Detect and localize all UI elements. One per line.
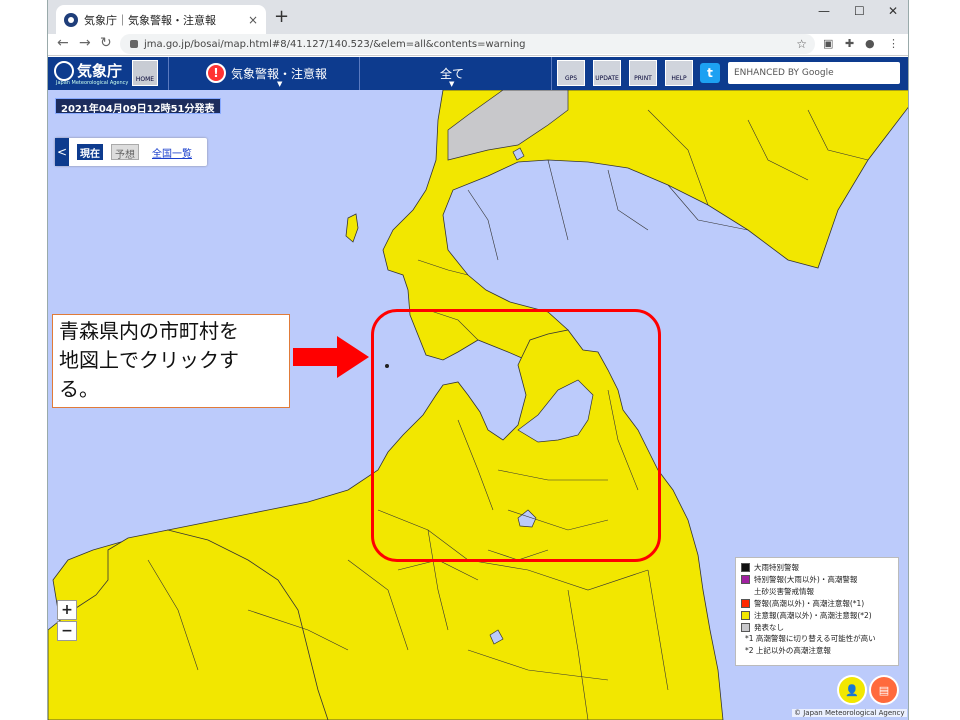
tab-close-icon[interactable]: × [248,13,258,27]
legend-swatch [741,622,750,632]
legend-label: 特別警報(大雨以外)・高潮警報 [754,574,858,584]
legend-label: 警報(高潮以外)・高潮注意報(*1) [754,598,865,608]
gps-button[interactable]: GPS [557,60,585,86]
current-button[interactable]: 現在 [77,144,103,160]
legend-swatch [741,562,750,572]
gps-label: GPS [564,75,578,82]
close-window-button[interactable]: ✕ [888,4,898,18]
warning-menu-label: 気象警報・注意報 [231,66,328,81]
warning-menu-caret-icon: ▼ [277,80,283,88]
tab-title: 気象庁｜気象警報・注意報 [84,13,216,27]
jma-logo-text: 気象庁 [77,62,123,80]
extension-icon[interactable]: ▣ [823,37,833,50]
lock-icon [130,40,138,48]
panel-collapse-button[interactable]: < [55,138,69,166]
home-button[interactable]: HOME [132,60,158,86]
profile-icon[interactable]: ● [865,37,875,50]
url-text: jma.go.jp/bosai/map.html#8/41.127/140.52… [144,38,526,50]
help-button[interactable]: HELP [665,60,693,86]
legend-item: 特別警報(大雨以外)・高潮警報 [741,573,893,585]
update-label: UPDATE [595,75,619,82]
divider [551,57,552,90]
back-icon[interactable]: ← [57,35,69,51]
google-search-input[interactable]: ENHANCED BY Google [728,62,900,84]
highlight-box [371,309,661,562]
bookmark-star-icon[interactable]: ☆ [796,37,807,51]
legend-label: 土砂災害警戒情報 [754,586,814,596]
legend-item: 大雨特別警報 [741,561,893,573]
book-icon: ▤ [878,683,890,697]
legend-item: 警報(高潮以外)・高潮注意報(*1) [741,597,893,609]
divider [168,57,169,90]
address-bar: ← → ↻ jma.go.jp/bosai/map.html#8/41.127/… [48,34,908,56]
instruction-callout: 青森県内の市町村を 地図上でクリックす る。 [52,314,290,408]
national-list-link[interactable]: 全国一覧 [149,144,195,160]
legend-label: 発表なし [754,622,784,632]
url-field[interactable]: jma.go.jp/bosai/map.html#8/41.127/140.52… [120,34,815,54]
view-panel: < 現在 予想 全国一覧 [55,138,207,166]
person-icon: 👤 [845,683,859,697]
legend-label: 注意報(高潮以外)・高潮注意報(*2) [754,610,872,620]
area-menu-caret-icon: ▼ [449,80,455,88]
tab-strip: 気象庁｜気象警報・注意報 × + — ☐ ✕ [48,0,908,34]
maximize-button[interactable]: ☐ [854,4,865,18]
legend-swatch [741,610,750,620]
help-label: HELP [671,75,687,82]
warning-icon: ! [206,63,226,83]
legend-item: 発表なし [741,621,893,633]
jma-logo-mark-icon [54,60,74,81]
warning-menu[interactable]: ! 気象警報・注意報 [206,63,327,83]
jma-logo[interactable]: 気象庁 [54,60,122,81]
tab-jma[interactable]: 気象庁｜気象警報・注意報 × [56,5,266,34]
forecast-button[interactable]: 予想 [111,144,139,161]
book-info-button[interactable]: ▤ [869,675,899,705]
reload-icon[interactable]: ↻ [100,35,112,51]
pointer-arrow-icon [293,336,369,378]
home-label: HOME [135,76,155,83]
jma-logo-subtitle: Japan Meteorological Agency [56,80,129,86]
print-button[interactable]: PRINT [629,60,657,86]
twitter-icon[interactable]: t [700,63,720,83]
callout-line: 青森県内の市町村を [59,319,239,343]
legend-item: 注意報(高潮以外)・高潮注意報(*2) [741,609,893,621]
jma-favicon-icon [64,12,78,27]
divider [359,57,360,90]
copyright: © Japan Meteorological Agency [792,709,907,717]
print-label: PRINT [634,75,652,82]
callout-line: る。 [59,377,99,401]
zoom-in-button[interactable]: + [57,600,77,620]
legend-note: *2 上記以外の高潮注意報 [745,646,831,655]
minimize-button[interactable]: — [818,4,830,18]
legend-label: 大雨特別警報 [754,562,799,572]
zoom-out-button[interactable]: − [57,621,77,641]
update-button[interactable]: UPDATE [593,60,621,86]
legend-swatch [741,574,750,584]
jma-header: 気象庁 Japan Meteorological Agency HOME ! 気… [48,57,908,90]
menu-dots-icon[interactable]: ⋮ [888,37,899,50]
person-info-button[interactable]: 👤 [837,675,867,705]
new-tab-button[interactable]: + [274,6,289,27]
legend-swatch [741,598,750,608]
region-okushiri [345,213,359,243]
issued-time: 2021年04月09日12時51分発表 [55,98,221,115]
legend-item: 土砂災害警戒情報 [741,585,893,597]
legend-note: *1 高潮警報に切り替える可能性が高い [745,634,876,643]
map-legend: 大雨特別警報 特別警報(大雨以外)・高潮警報 土砂災害警戒情報 警報(高潮以外)… [735,557,899,666]
puzzle-icon[interactable]: ✚ [845,37,854,50]
forward-icon[interactable]: → [79,35,91,51]
callout-line: 地図上でクリックす [59,348,239,372]
